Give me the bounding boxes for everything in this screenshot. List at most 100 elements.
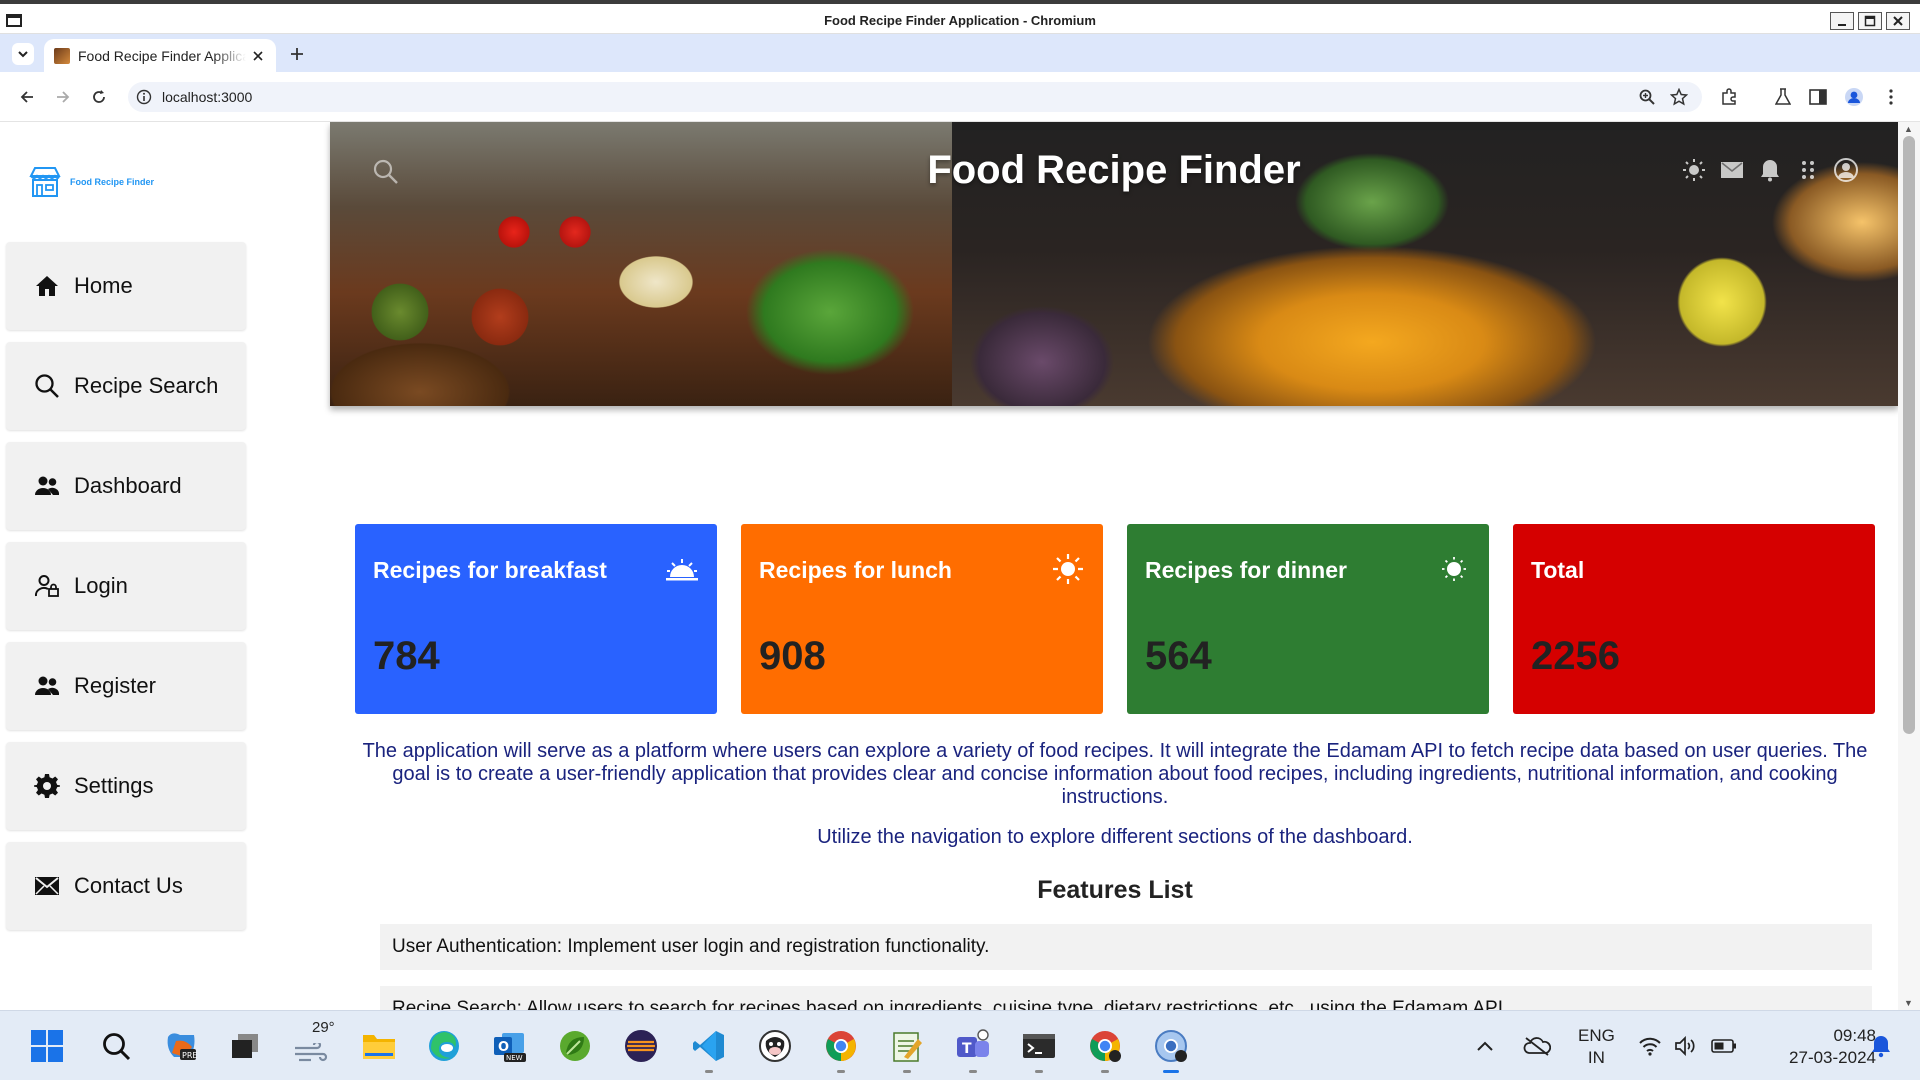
sun-icon[interactable] [1682,158,1706,182]
scroll-down-icon[interactable]: ▼ [1904,998,1913,1008]
chrome-icon [1090,1031,1121,1062]
new-tab-button[interactable] [286,43,308,65]
dinner-card[interactable]: Recipes for dinner 564 [1127,524,1489,714]
chromium-button[interactable] [1152,1027,1190,1073]
chevron-up-icon [1477,1041,1493,1051]
chevron-down-icon [18,51,28,58]
nav-item-settings[interactable]: Settings [6,742,246,830]
bell-icon[interactable] [1758,158,1782,182]
notifications-button[interactable] [1866,1027,1896,1065]
sunrise-icon [665,554,699,584]
wifi-button[interactable] [1636,1027,1664,1065]
card-title: Total [1531,557,1585,583]
nav-item-contact-us[interactable]: Contact Us [6,842,246,930]
edge-icon [429,1031,459,1061]
chrome-button[interactable] [822,1027,860,1073]
taskbar: PRE 29° O NEW T ENG IN 09:48 27-03-2024 [0,1010,1920,1080]
running-indicator [705,1070,713,1073]
browser-menu-button[interactable] [1880,86,1902,108]
reload-icon [93,90,105,103]
clock[interactable]: 09:48 27-03-2024 [1760,1025,1876,1069]
maximize-icon [1864,15,1876,27]
scroll-up-icon[interactable]: ▲ [1904,124,1913,134]
scrollbar-thumb[interactable] [1903,136,1915,734]
edge-button[interactable] [425,1027,463,1065]
bookmark-star-icon[interactable] [1670,88,1688,106]
browser-tab[interactable]: Food Recipe Finder Application [44,39,276,72]
svg-text:O: O [498,1040,509,1055]
nav-item-dashboard[interactable]: Dashboard [6,442,246,530]
show-hidden-icons-button[interactable] [1472,1027,1498,1065]
favicon-icon [54,47,70,64]
folder-icon [363,1035,395,1059]
notepad-button[interactable] [888,1027,926,1073]
chromium-icon [1155,1030,1187,1062]
page-scrollbar[interactable]: ▲ ▼ [1898,122,1920,1010]
eclipse-icon [625,1030,657,1062]
search-button[interactable] [97,1027,135,1065]
profile-button[interactable] [1843,86,1865,108]
arrow-left-icon [20,91,33,103]
arrow-right-icon [57,91,70,103]
card-title: Recipes for dinner [1145,557,1347,583]
breakfast-card[interactable]: Recipes for breakfast 784 [355,524,717,714]
teams-icon: T [957,1029,989,1057]
teams-button[interactable]: T [954,1027,992,1073]
nav-item-label: Settings [74,773,154,798]
battery-button[interactable] [1710,1027,1738,1065]
address-bar[interactable]: localhost:3000 [128,82,1702,112]
outlook-new-button[interactable]: O NEW [490,1027,528,1065]
maximize-button[interactable] [1858,12,1882,30]
card-title: Recipes for breakfast [373,557,607,583]
copilot-icon: PRE [167,1033,197,1060]
nav-item-recipe-search[interactable]: Recipe Search [6,342,246,430]
running-indicator [969,1070,977,1073]
task-view-button[interactable] [226,1027,264,1065]
tab-close-button[interactable] [250,48,266,64]
minimize-button[interactable] [1830,12,1854,30]
forward-button[interactable] [52,86,74,108]
terminal-button[interactable] [1020,1027,1058,1073]
close-window-button[interactable] [1886,12,1910,30]
language-indicator[interactable]: ENG IN [1578,1025,1615,1069]
nav-item-register[interactable]: Register [6,642,246,730]
browser-toolbar: localhost:3000 [0,72,1920,122]
app-description: The application will serve as a platform… [362,740,1868,808]
notepad-icon [893,1032,922,1062]
feature-item: User Authentication: Implement user logi… [380,924,1872,970]
mail-icon[interactable] [1720,158,1744,182]
card-value: 2256 [1531,634,1620,678]
sidebar: Food Recipe Finder Home Recipe Search Da… [0,122,330,1010]
apps-grid-icon[interactable] [1796,158,1820,182]
nav-item-login[interactable]: Login [6,542,246,630]
nav-item-home[interactable]: Home [6,242,246,330]
brand[interactable]: Food Recipe Finder [28,166,154,198]
onedrive-button[interactable] [1522,1027,1552,1065]
postman-agent-button[interactable] [756,1027,794,1065]
nav-item-label: Dashboard [74,473,182,498]
side-panel-button[interactable] [1807,86,1829,108]
url-text[interactable]: localhost:3000 [162,89,252,105]
extensions-button[interactable] [1718,86,1740,108]
tab-search-button[interactable] [12,43,34,65]
volume-button[interactable] [1672,1027,1700,1065]
eclipse-button[interactable] [622,1027,660,1065]
file-explorer-button[interactable] [360,1027,398,1065]
zoom-icon[interactable] [1638,88,1656,106]
task-view-icon [232,1034,258,1058]
lunch-card[interactable]: Recipes for lunch 908 [741,524,1103,714]
terminal-icon [1023,1034,1055,1058]
labs-button[interactable] [1772,86,1794,108]
site-info-icon[interactable] [136,89,152,105]
running-indicator [903,1070,911,1073]
total-card[interactable]: Total 2256 [1513,524,1875,714]
profile-icon[interactable] [1834,158,1858,182]
copilot-button[interactable]: PRE [162,1027,200,1065]
vscode-button[interactable] [690,1027,728,1073]
back-button[interactable] [16,86,38,108]
spring-tools-button[interactable] [556,1027,594,1065]
start-button[interactable] [28,1027,66,1065]
brand-name: Food Recipe Finder [70,177,155,187]
reload-button[interactable] [88,86,110,108]
chrome-profile-button[interactable] [1086,1027,1124,1073]
